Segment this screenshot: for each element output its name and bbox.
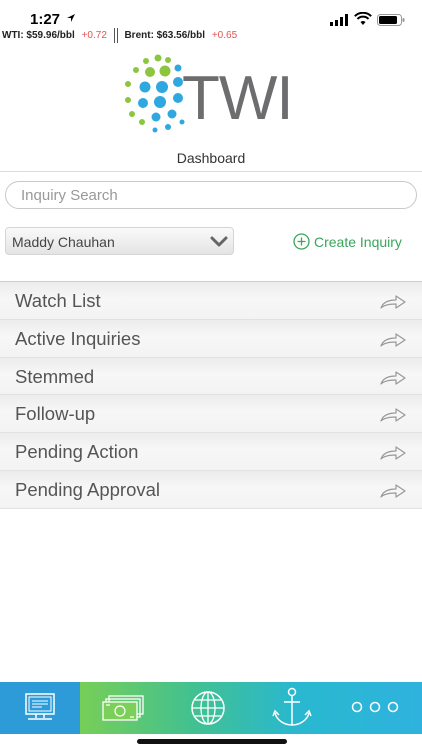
menu-item-label: Stemmed (15, 365, 95, 387)
share-arrow-icon (380, 295, 406, 309)
menu-item-label: Pending Approval (15, 478, 161, 500)
menu-item-label: Watch List (15, 290, 101, 311)
share-arrow-icon (380, 408, 406, 422)
logo-wordmark: TWI (182, 64, 294, 133)
location-arrow-icon (67, 14, 75, 22)
menu-item-pending-approval[interactable]: Pending Approval (0, 470, 422, 509)
status-time: 1:27 (30, 11, 61, 28)
menu-item-label: Follow-up (15, 403, 96, 425)
tab-finance[interactable] (82, 682, 166, 734)
wti-change: +0.72 (81, 30, 107, 41)
inquiry-search[interactable] (5, 181, 417, 209)
user-select-dropdown[interactable]: Maddy Chauhan (5, 227, 234, 255)
inquiry-search-input[interactable] (6, 182, 416, 208)
anchor-icon (272, 687, 312, 726)
share-arrow-icon (380, 446, 406, 460)
create-inquiry-label: Create Inquiry (314, 234, 402, 250)
oil-price-ticker: WTI: $59.96/bbl +0.72 Brent: $63.56/bbl … (0, 28, 422, 46)
inquiry-menu-list: Watch List Active Inquiries Stemmed Foll… (0, 281, 422, 509)
globe-icon (191, 691, 225, 725)
share-arrow-icon (380, 370, 406, 385)
page-title: Dashboard (176, 150, 246, 166)
create-inquiry-button[interactable]: Create Inquiry (293, 233, 402, 251)
dashboard-icon (25, 693, 55, 720)
wti-price: WTI: $59.96/bbl (2, 30, 75, 41)
bottom-tab-bar (0, 682, 422, 734)
ticker-divider (113, 28, 118, 43)
status-bar: 1:27 (0, 0, 422, 28)
share-arrow-icon (380, 484, 406, 498)
more-icon (351, 701, 399, 713)
share-arrow-icon (380, 333, 406, 347)
cellular-signal-icon (330, 14, 348, 26)
header-divider (0, 171, 422, 172)
menu-item-label: Active Inquiries (15, 327, 141, 349)
battery-icon (377, 14, 405, 26)
brent-price: Brent: $63.56/bbl (124, 30, 206, 41)
twi-logo: TWI (120, 52, 305, 142)
plus-circle-icon (293, 233, 310, 250)
menu-item-active-inquiries[interactable]: Active Inquiries (0, 319, 422, 358)
chevron-down-icon (210, 236, 228, 247)
home-indicator (137, 739, 287, 744)
brent-change: +0.65 (211, 30, 238, 41)
menu-item-pending-action[interactable]: Pending Action (0, 433, 422, 471)
wifi-icon (354, 12, 372, 25)
tab-dashboard[interactable] (0, 682, 80, 734)
money-icon (102, 695, 144, 721)
menu-item-label: Pending Action (15, 441, 139, 463)
menu-item-follow-up[interactable]: Follow-up (0, 395, 422, 434)
tab-more[interactable] (334, 682, 422, 734)
tab-world[interactable] (166, 682, 250, 734)
menu-item-stemmed[interactable]: Stemmed (0, 357, 422, 396)
globe-dots-logo-icon (125, 54, 185, 133)
menu-item-watch-list[interactable]: Watch List (0, 282, 422, 320)
tab-port[interactable] (250, 682, 334, 734)
user-select-value: Maddy Chauhan (12, 234, 115, 250)
